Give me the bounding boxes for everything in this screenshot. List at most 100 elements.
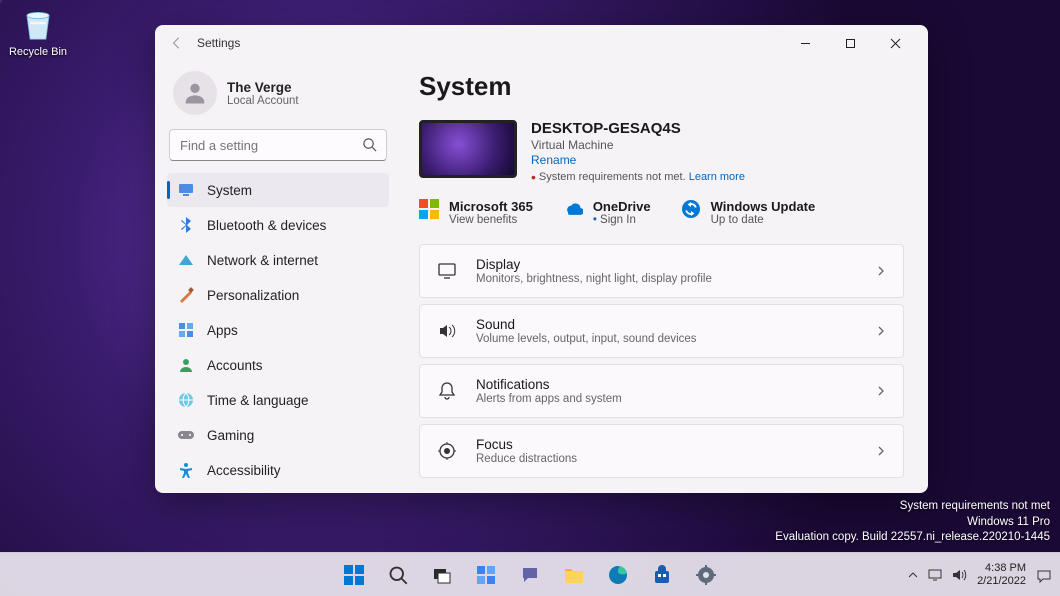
nav-icon (177, 461, 195, 479)
sidebar-item-system[interactable]: System (167, 173, 389, 207)
page-title: System (419, 71, 904, 102)
tile-sub: Volume levels, output, input, sound devi… (476, 333, 857, 345)
edge-icon (608, 565, 628, 585)
window-title: Settings (197, 36, 783, 50)
onedrive-icon (563, 199, 583, 219)
desktop: Recycle Bin Settings The Verge (0, 0, 1060, 596)
tile-focus[interactable]: FocusReduce distractions (419, 424, 904, 478)
store[interactable] (643, 556, 681, 594)
service-m365[interactable]: Microsoft 365 View benefits (419, 199, 533, 226)
back-icon (170, 36, 184, 50)
services-row: Microsoft 365 View benefits OneDrive • S… (419, 199, 904, 226)
warning-dot-icon: • (531, 169, 536, 185)
tile-icon (436, 260, 458, 282)
tile-title: Notifications (476, 377, 857, 392)
chevron-right-icon (875, 445, 887, 457)
sidebar-item-apps[interactable]: Apps (167, 313, 389, 347)
main-content: System DESKTOP-GESAQ4S Virtual Machine R… (401, 61, 928, 493)
system-requirements-warning: •System requirements not met. Learn more (531, 169, 745, 185)
sidebar-item-network-internet[interactable]: Network & internet (167, 243, 389, 277)
chevron-right-icon (875, 325, 887, 337)
service-title: Windows Update (711, 199, 816, 214)
rename-link[interactable]: Rename (531, 153, 745, 167)
nav-label: Personalization (207, 288, 299, 303)
taskbar-search[interactable] (379, 556, 417, 594)
notifications-icon[interactable] (1036, 567, 1052, 583)
tile-sub: Alerts from apps and system (476, 393, 857, 405)
chevron-right-icon (875, 385, 887, 397)
microsoft-logo-icon (419, 199, 439, 219)
system-tray: 4:38 PM 2/21/2022 (907, 562, 1052, 587)
tile-title: Display (476, 257, 857, 272)
edge[interactable] (599, 556, 637, 594)
maximize-button[interactable] (828, 29, 873, 57)
tile-sound[interactable]: SoundVolume levels, output, input, sound… (419, 304, 904, 358)
chat-icon (520, 565, 540, 585)
sidebar-item-accessibility[interactable]: Accessibility (167, 453, 389, 487)
tile-sub: Reduce distractions (476, 453, 857, 465)
service-sub: • Sign In (593, 214, 651, 226)
sidebar-item-accounts[interactable]: Accounts (167, 348, 389, 382)
sidebar-item-gaming[interactable]: Gaming (167, 418, 389, 452)
person-icon (181, 79, 209, 107)
tile-display[interactable]: DisplayMonitors, brightness, night light… (419, 244, 904, 298)
avatar (173, 71, 217, 115)
taskbar-clock[interactable]: 4:38 PM 2/21/2022 (977, 562, 1026, 587)
taskbar-settings[interactable] (687, 556, 725, 594)
nav-icon (177, 181, 195, 199)
nav-icon (177, 391, 195, 409)
tile-icon (436, 440, 458, 462)
recycle-bin-label: Recycle Bin (8, 46, 68, 58)
learn-more-link[interactable]: Learn more (689, 171, 745, 183)
settings-window: Settings The Verge Local Account (155, 25, 928, 493)
widgets[interactable] (467, 556, 505, 594)
gear-icon (696, 565, 716, 585)
tray-overflow-icon[interactable] (907, 569, 919, 581)
network-icon[interactable] (927, 568, 943, 582)
recycle-bin[interactable]: Recycle Bin (8, 6, 68, 58)
nav-label: Accounts (207, 358, 263, 373)
search-icon (388, 565, 408, 585)
nav-icon (177, 286, 195, 304)
volume-icon[interactable] (951, 568, 967, 582)
file-explorer[interactable] (555, 556, 593, 594)
nav-label: System (207, 183, 252, 198)
chevron-right-icon (875, 265, 887, 277)
nav-label: Accessibility (207, 463, 281, 478)
search-input[interactable] (169, 129, 387, 161)
minimize-button[interactable] (783, 29, 828, 57)
sidebar: The Verge Local Account System Bluetooth … (155, 61, 401, 493)
sidebar-item-bluetooth-devices[interactable]: Bluetooth & devices (167, 208, 389, 242)
nav-icon (177, 356, 195, 374)
service-onedrive[interactable]: OneDrive • Sign In (563, 199, 651, 226)
nav-icon (177, 216, 195, 234)
task-view[interactable] (423, 556, 461, 594)
tile-title: Sound (476, 317, 857, 332)
tile-notifications[interactable]: NotificationsAlerts from apps and system (419, 364, 904, 418)
task-view-icon (432, 565, 452, 585)
service-title: OneDrive (593, 199, 651, 214)
nav: System Bluetooth & devicesNetwork & inter… (167, 173, 389, 487)
profile-sub: Local Account (227, 95, 299, 107)
search-icon (362, 137, 377, 152)
close-button[interactable] (873, 29, 918, 57)
tile-icon (436, 320, 458, 342)
sidebar-item-personalization[interactable]: Personalization (167, 278, 389, 312)
store-icon (652, 565, 672, 585)
profile-block[interactable]: The Verge Local Account (167, 67, 389, 129)
maximize-icon (845, 38, 856, 49)
chat[interactable] (511, 556, 549, 594)
nav-label: Apps (207, 323, 238, 338)
close-icon (890, 38, 901, 49)
minimize-icon (800, 38, 811, 49)
windows-logo-icon (343, 564, 365, 586)
nav-icon (177, 426, 195, 444)
start-button[interactable] (335, 556, 373, 594)
titlebar: Settings (155, 25, 928, 61)
nav-icon (177, 251, 195, 269)
device-name: DESKTOP-GESAQ4S (531, 120, 745, 137)
taskbar: 4:38 PM 2/21/2022 (0, 552, 1060, 596)
sidebar-item-time-language[interactable]: Time & language (167, 383, 389, 417)
back-button[interactable] (165, 31, 189, 55)
service-windows-update[interactable]: Windows Update Up to date (681, 199, 816, 226)
